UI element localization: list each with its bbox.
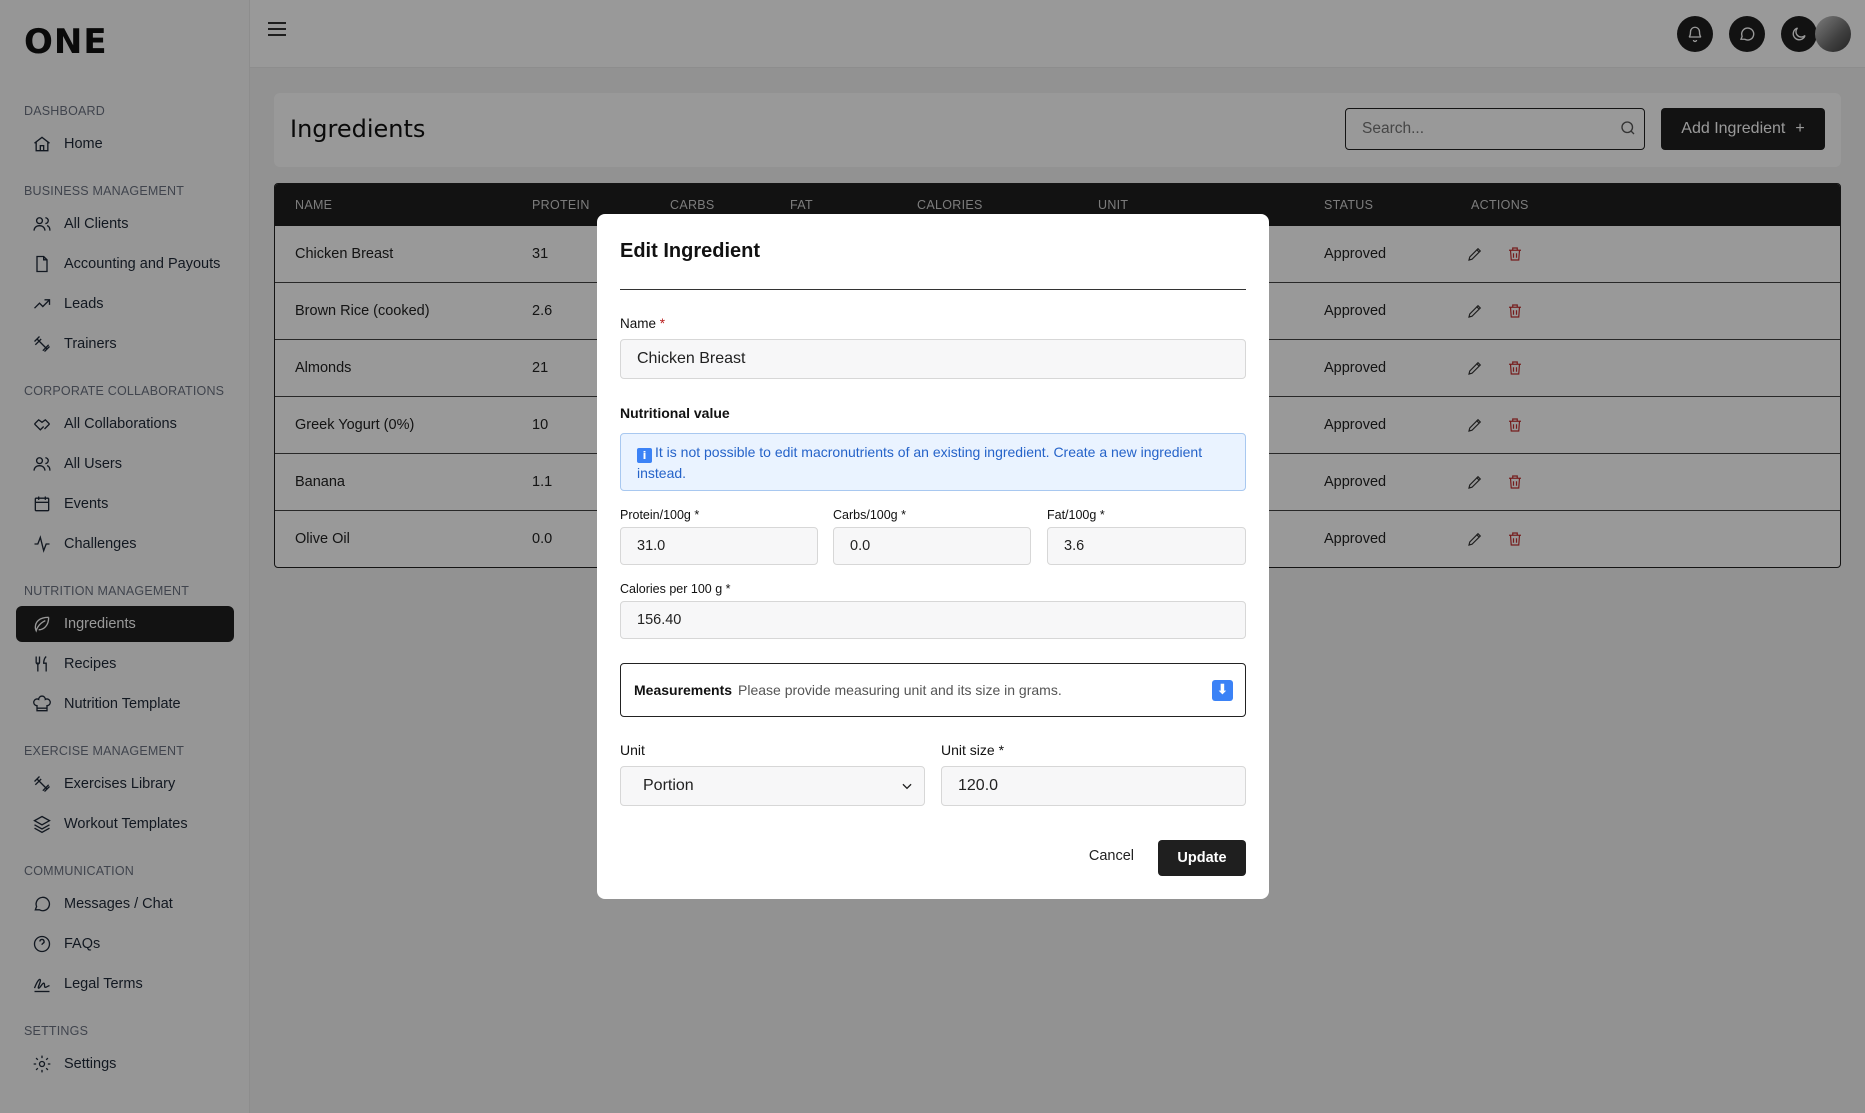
modal-title: Edit Ingredient [620, 240, 760, 262]
measurements-accordion[interactable]: Measurements Please provide measuring un… [620, 663, 1246, 717]
fat-label: Fat/100g * [1047, 508, 1105, 522]
measurements-title: Measurements [634, 682, 733, 698]
fat-field[interactable] [1047, 527, 1246, 565]
unit-size-field[interactable] [941, 766, 1246, 806]
protein-label: Protein/100g * [620, 508, 700, 522]
arrow-down-icon[interactable]: ⬇ [1212, 680, 1233, 701]
chevron-down-icon [902, 783, 912, 790]
info-icon: i [637, 448, 652, 463]
name-field[interactable] [620, 339, 1246, 379]
measurements-description: Please provide measuring unit and its si… [738, 682, 1062, 698]
modal-divider [620, 289, 1246, 290]
carbs-label: Carbs/100g * [833, 508, 906, 522]
carbs-field[interactable] [833, 527, 1031, 565]
unit-select-value: Portion [643, 777, 694, 794]
update-button[interactable]: Update [1158, 840, 1246, 876]
unit-label: Unit [620, 742, 645, 758]
protein-field[interactable] [620, 527, 818, 565]
info-text: It is not possible to edit macronutrient… [637, 444, 1203, 481]
info-alert: i It is not possible to edit macronutrien… [620, 433, 1246, 491]
cancel-button[interactable]: Cancel [1089, 848, 1134, 864]
unit-size-label: Unit size * [941, 742, 1005, 758]
calories-field[interactable] [620, 601, 1246, 639]
unit-select[interactable]: Portion [620, 766, 925, 806]
nutritional-value-label: Nutritional value [620, 405, 730, 421]
calories-label: Calories per 100 g * [620, 582, 731, 596]
required-mark: * [659, 316, 666, 331]
edit-ingredient-modal: Edit Ingredient Name * Nutritional value… [597, 214, 1269, 899]
name-label: Name * [620, 316, 665, 331]
name-label-text: Name [620, 316, 657, 331]
